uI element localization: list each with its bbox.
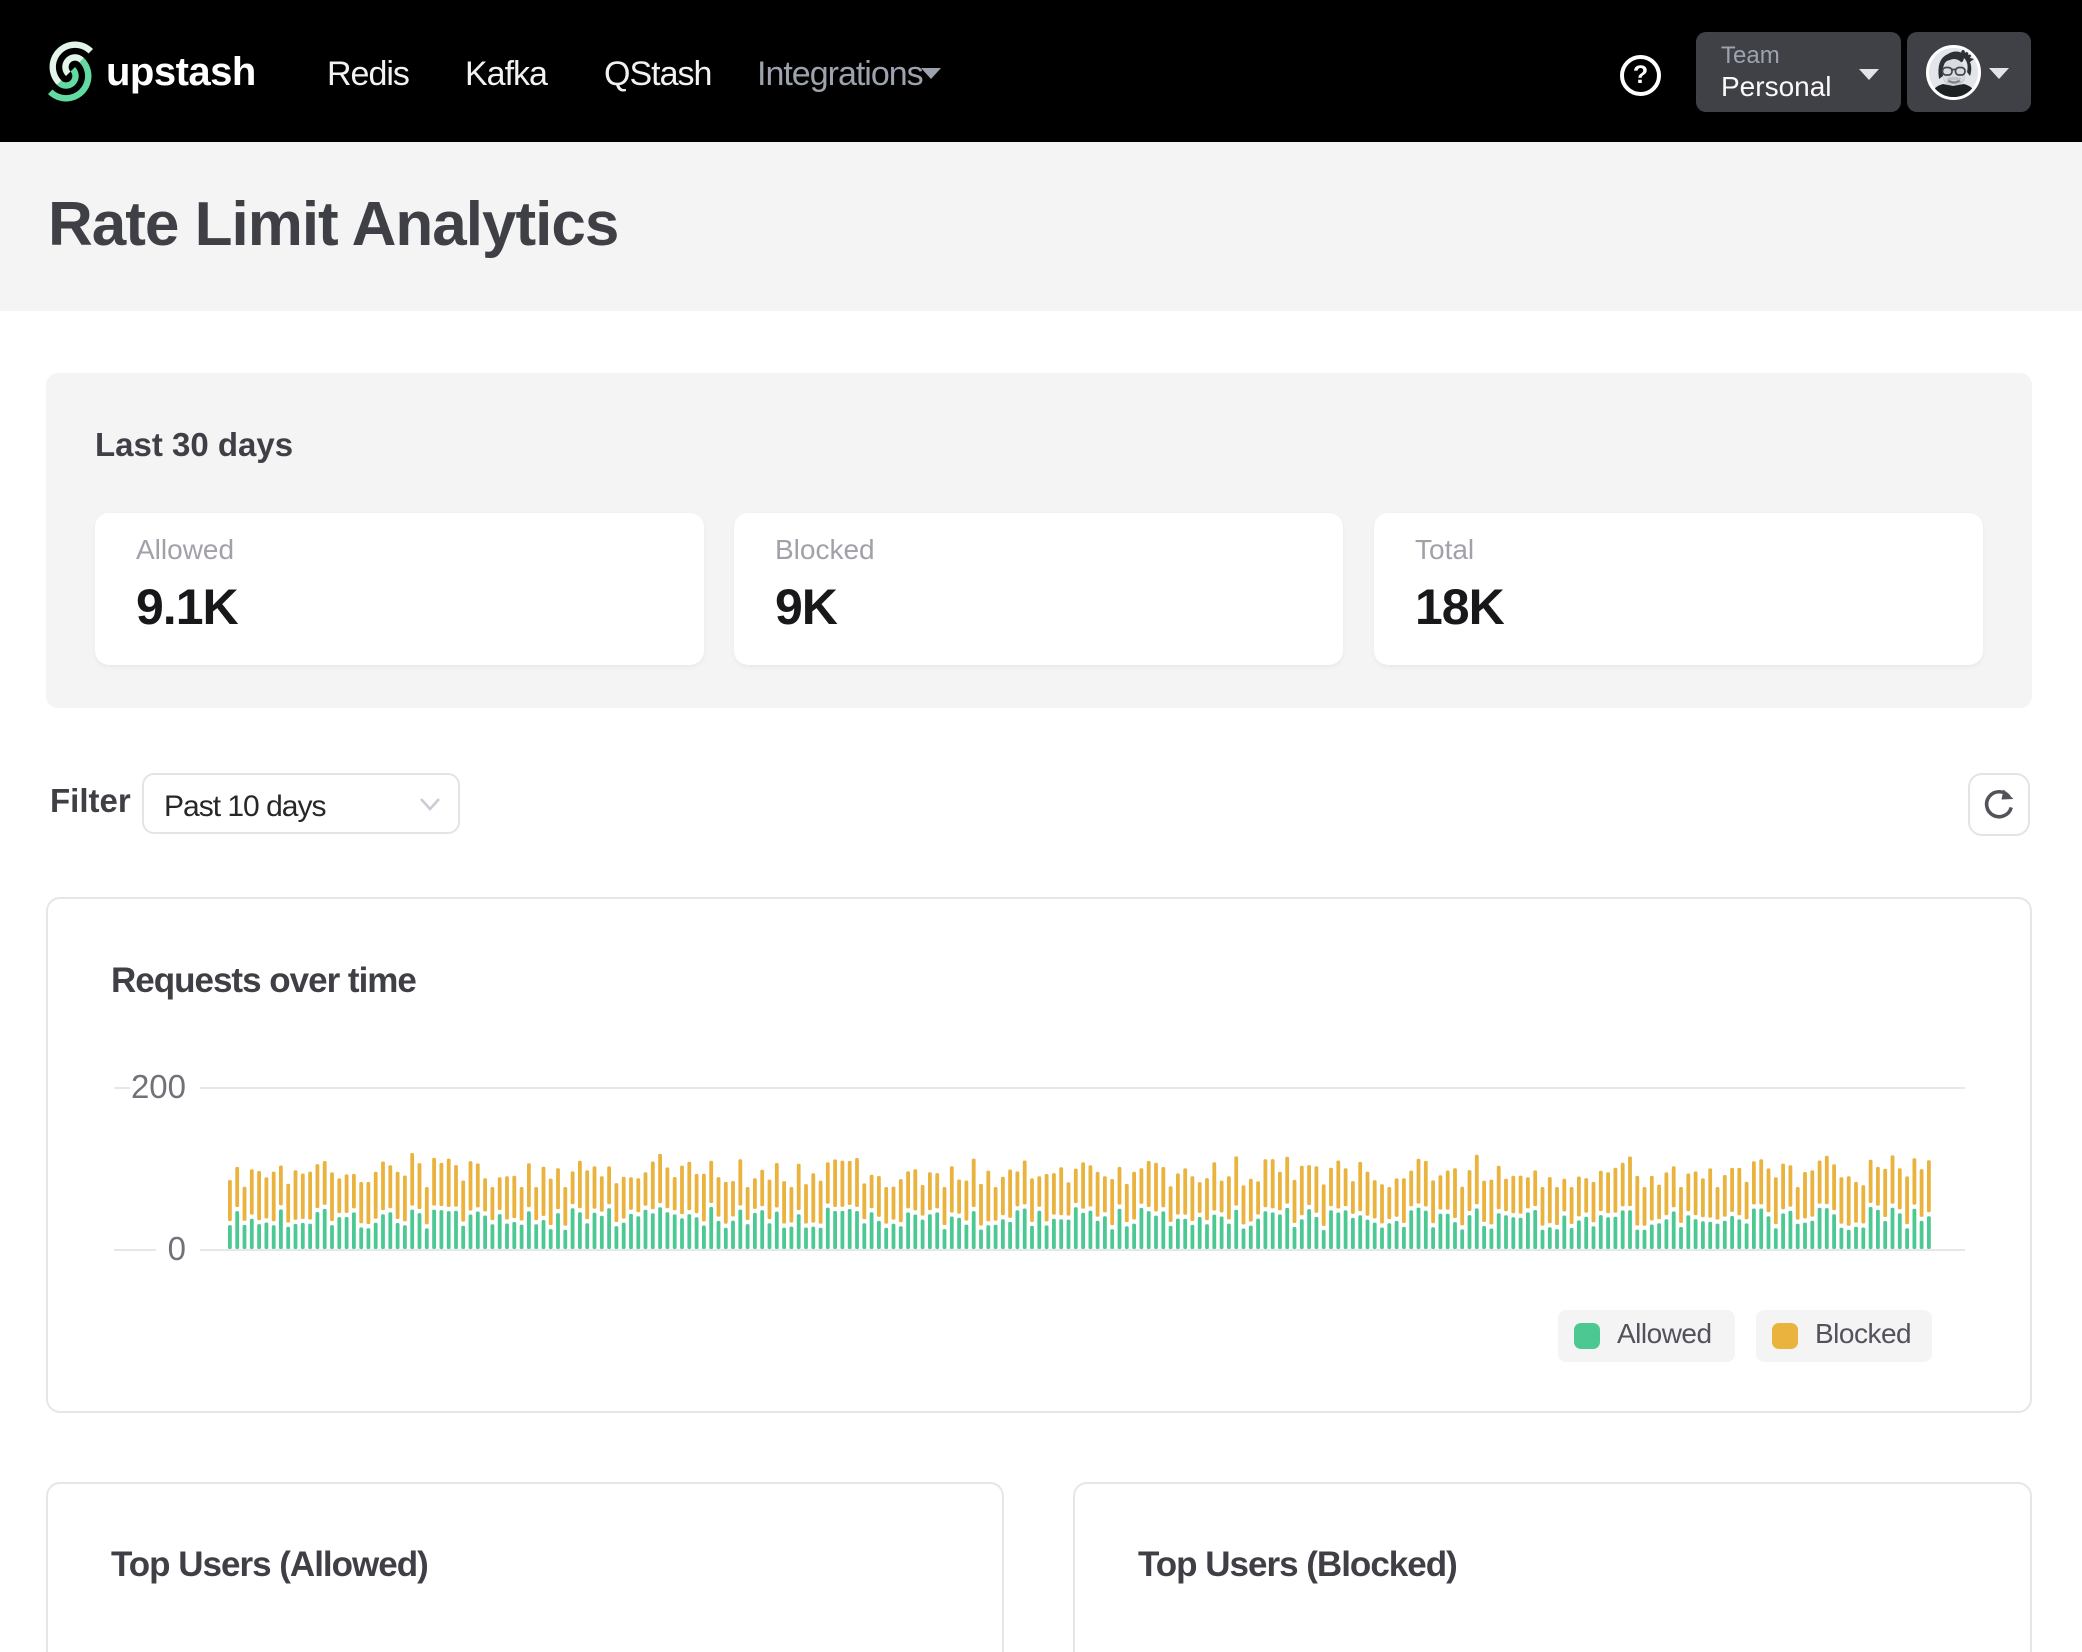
svg-text:200: 200 [131,1068,186,1105]
svg-text:0: 0 [168,1230,186,1267]
